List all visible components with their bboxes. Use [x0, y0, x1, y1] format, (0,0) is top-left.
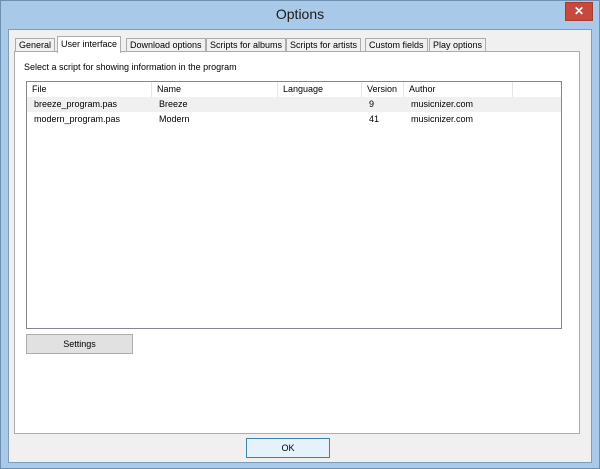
column-header-name[interactable]: Name — [152, 82, 278, 97]
table-row[interactable]: modern_program.pas Modern 41 musicnizer.… — [27, 112, 561, 127]
options-window: Options ✕ General User interface Downloa… — [0, 0, 600, 469]
close-icon: ✕ — [573, 4, 585, 18]
column-header-language[interactable]: Language — [278, 82, 362, 97]
list-header: File Name Language Version Author — [27, 82, 561, 97]
prompt-label: Select a script for showing information … — [24, 62, 237, 72]
table-row[interactable]: breeze_program.pas Breeze 9 musicnizer.c… — [27, 97, 561, 112]
cell-language — [278, 97, 285, 112]
cell-name: Modern — [159, 114, 190, 124]
cell-author: musicnizer.com — [411, 114, 474, 124]
window-title: Options — [275, 6, 325, 22]
user-interface-panel: Select a script for showing information … — [14, 51, 580, 434]
ok-button[interactable]: OK — [246, 438, 330, 458]
column-header-file[interactable]: File — [27, 82, 152, 97]
column-header-author[interactable]: Author — [404, 82, 513, 97]
cell-language — [278, 112, 285, 127]
dialog-client-area: General User interface Download options … — [8, 29, 592, 463]
title-bar[interactable]: Options ✕ — [1, 1, 599, 29]
scripts-list[interactable]: File Name Language Version Author breeze… — [26, 81, 562, 329]
cell-version: 41 — [369, 114, 380, 124]
cell-file: modern_program.pas — [34, 114, 121, 124]
column-header-version[interactable]: Version — [362, 82, 404, 97]
tab-user-interface[interactable]: User interface — [57, 36, 122, 53]
cell-version: 9 — [369, 99, 375, 109]
settings-button[interactable]: Settings — [26, 334, 133, 354]
cell-file: breeze_program.pas — [34, 99, 118, 109]
cell-author: musicnizer.com — [411, 99, 474, 109]
cell-name: Breeze — [159, 99, 188, 109]
close-button[interactable]: ✕ — [565, 2, 593, 21]
